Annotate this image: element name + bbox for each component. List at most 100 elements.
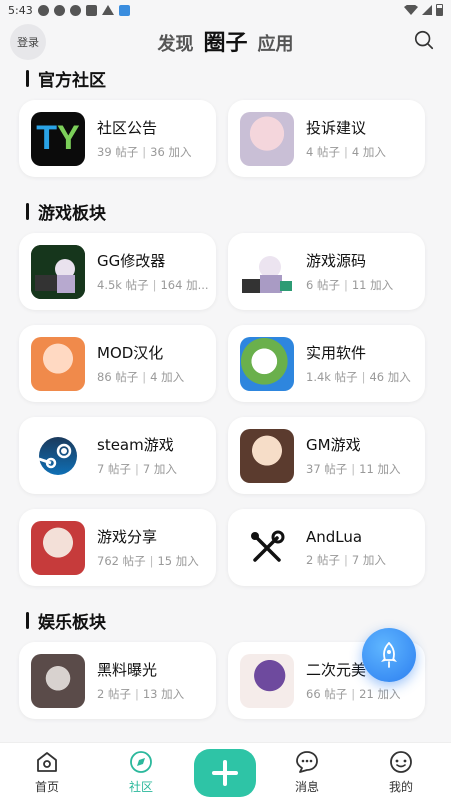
circle-card[interactable]: 实用软件 1.4k 帖子 | 46 加入 <box>228 325 425 402</box>
post-count: 39 帖子 <box>97 145 139 159</box>
post-count: 2 帖子 <box>97 687 131 701</box>
circle-stats: 762 帖子 | 15 加入 <box>97 554 199 568</box>
circle-thumb <box>240 520 294 575</box>
circle-card[interactable]: AndLua 2 帖子 | 7 加入 <box>228 509 425 586</box>
circle-card[interactable]: steam游戏 7 帖子 | 7 加入 <box>19 417 216 494</box>
post-count: 37 帖子 <box>306 462 348 476</box>
circle-card[interactable]: GM游戏 37 帖子 | 11 加入 <box>228 417 425 494</box>
circle-stats: 1.4k 帖子 | 46 加入 <box>306 370 411 384</box>
post-count: 762 帖子 <box>97 554 146 568</box>
login-button[interactable]: 登录 <box>10 24 46 60</box>
top-tabs: 发现 圈子 应用 <box>0 20 451 62</box>
join-count: 7 加入 <box>351 552 386 567</box>
circle-card[interactable]: TY 社区公告 39 帖子 | 36 加入 <box>19 100 216 177</box>
post-count: 1.4k 帖子 <box>306 370 358 384</box>
tab-apps[interactable]: 应用 <box>258 26 294 56</box>
circle-thumb <box>240 244 294 299</box>
message-icon <box>296 751 318 773</box>
join-count: 7 加入 <box>142 462 177 476</box>
circle-name: 实用软件 <box>306 344 367 362</box>
post-count: 86 帖子 <box>97 370 139 384</box>
battery-icon <box>436 4 443 16</box>
circle-stats: 37 帖子 | 11 加入 <box>306 462 401 476</box>
circle-name: 黑料曝光 <box>97 661 158 679</box>
warning-icon <box>101 5 114 15</box>
circle-stats: 4 帖子 | 4 加入 <box>306 145 386 159</box>
nav-home[interactable]: 首页 <box>17 749 77 795</box>
section-title-text: 游戏板块 <box>38 204 106 224</box>
circle-thumb <box>240 653 294 708</box>
post-count: 2 帖子 <box>306 552 340 567</box>
nav-profile[interactable]: 我的 <box>371 749 431 795</box>
telegram-icon <box>69 4 81 16</box>
rocket-button[interactable] <box>362 628 416 682</box>
circle-thumb <box>31 520 85 575</box>
create-post-button[interactable] <box>194 749 256 797</box>
tab-circle[interactable]: 圈子 <box>203 25 247 57</box>
circle-card[interactable]: 投诉建议 4 帖子 | 4 加入 <box>228 100 425 177</box>
circle-name: MOD汉化 <box>97 344 164 362</box>
post-count: 4 帖子 <box>306 145 340 159</box>
telegram-icon <box>53 4 65 16</box>
join-count: 13 加入 <box>142 687 185 701</box>
join-count: 164 加... <box>160 278 209 292</box>
join-count: 4 加入 <box>150 370 185 384</box>
nav-community[interactable]: 社区 <box>111 749 171 795</box>
compass-icon <box>130 751 152 773</box>
steam-logo-thumb <box>31 428 85 483</box>
nav-label: 首页 <box>34 780 59 794</box>
circle-stats: 39 帖子 | 36 加入 <box>97 145 192 159</box>
circle-card[interactable]: 游戏分享 762 帖子 | 15 加入 <box>19 509 216 586</box>
status-bar: 5:43 <box>0 0 451 20</box>
circle-name: AndLua <box>306 527 363 546</box>
profile-icon <box>390 751 412 773</box>
notification-icon <box>37 4 49 16</box>
circle-thumb <box>240 336 294 391</box>
computer-thumb-art <box>242 255 292 293</box>
circle-thumb <box>240 111 294 166</box>
join-count: 15 加入 <box>157 554 199 568</box>
circle-name: steam游戏 <box>97 436 174 454</box>
section-title: 娱乐板块 <box>26 608 106 633</box>
ty-logo-thumb: TY <box>31 111 85 166</box>
join-count: 46 加入 <box>369 370 411 384</box>
top-header: 发现 圈子 应用 登录 <box>0 20 451 62</box>
circle-name: GG修改器 <box>97 252 166 270</box>
join-count: 36 加入 <box>150 145 192 159</box>
circle-thumb <box>240 428 294 483</box>
circle-card[interactable]: GG修改器 4.5k 帖子 | 164 加... <box>19 233 216 310</box>
circle-thumb <box>31 244 85 299</box>
nav-messages[interactable]: 消息 <box>277 749 337 795</box>
tab-discover[interactable]: 发现 <box>157 26 193 56</box>
search-icon[interactable] <box>413 29 435 51</box>
join-count: 11 加入 <box>351 278 394 292</box>
section-bar <box>26 612 29 629</box>
steam-icon <box>38 436 77 475</box>
section-bar <box>26 70 29 87</box>
bottom-nav: 首页 社区 消息 我的 <box>0 742 451 802</box>
circle-stats: 66 帖子 | 21 加入 <box>306 687 401 701</box>
section-title: 官方社区 <box>26 66 106 91</box>
section-bar <box>26 203 29 220</box>
join-count: 4 加入 <box>351 145 386 159</box>
tools-icon <box>251 530 285 562</box>
circle-card[interactable]: 黑料曝光 2 帖子 | 13 加入 <box>19 642 216 719</box>
nav-label: 社区 <box>128 780 153 794</box>
section-title: 游戏板块 <box>26 199 106 224</box>
plus-icon <box>212 760 238 786</box>
post-count: 7 帖子 <box>97 462 131 476</box>
circle-name: GM游戏 <box>306 436 361 454</box>
section-title-text: 官方社区 <box>38 71 106 91</box>
circle-name: 社区公告 <box>97 119 158 137</box>
circle-thumb <box>31 653 85 708</box>
circle-thumb <box>31 336 85 391</box>
app-notification-icon <box>118 4 130 16</box>
circle-card[interactable]: MOD汉化 86 帖子 | 4 加入 <box>19 325 216 402</box>
nav-label: 消息 <box>294 780 319 794</box>
rocket-icon <box>381 642 397 668</box>
circle-stats: 4.5k 帖子 | 164 加... <box>97 278 209 292</box>
circle-card[interactable]: 游戏源码 6 帖子 | 11 加入 <box>228 233 425 310</box>
post-count: 6 帖子 <box>306 278 340 292</box>
home-icon <box>37 752 57 772</box>
circle-name: 投诉建议 <box>306 119 367 137</box>
